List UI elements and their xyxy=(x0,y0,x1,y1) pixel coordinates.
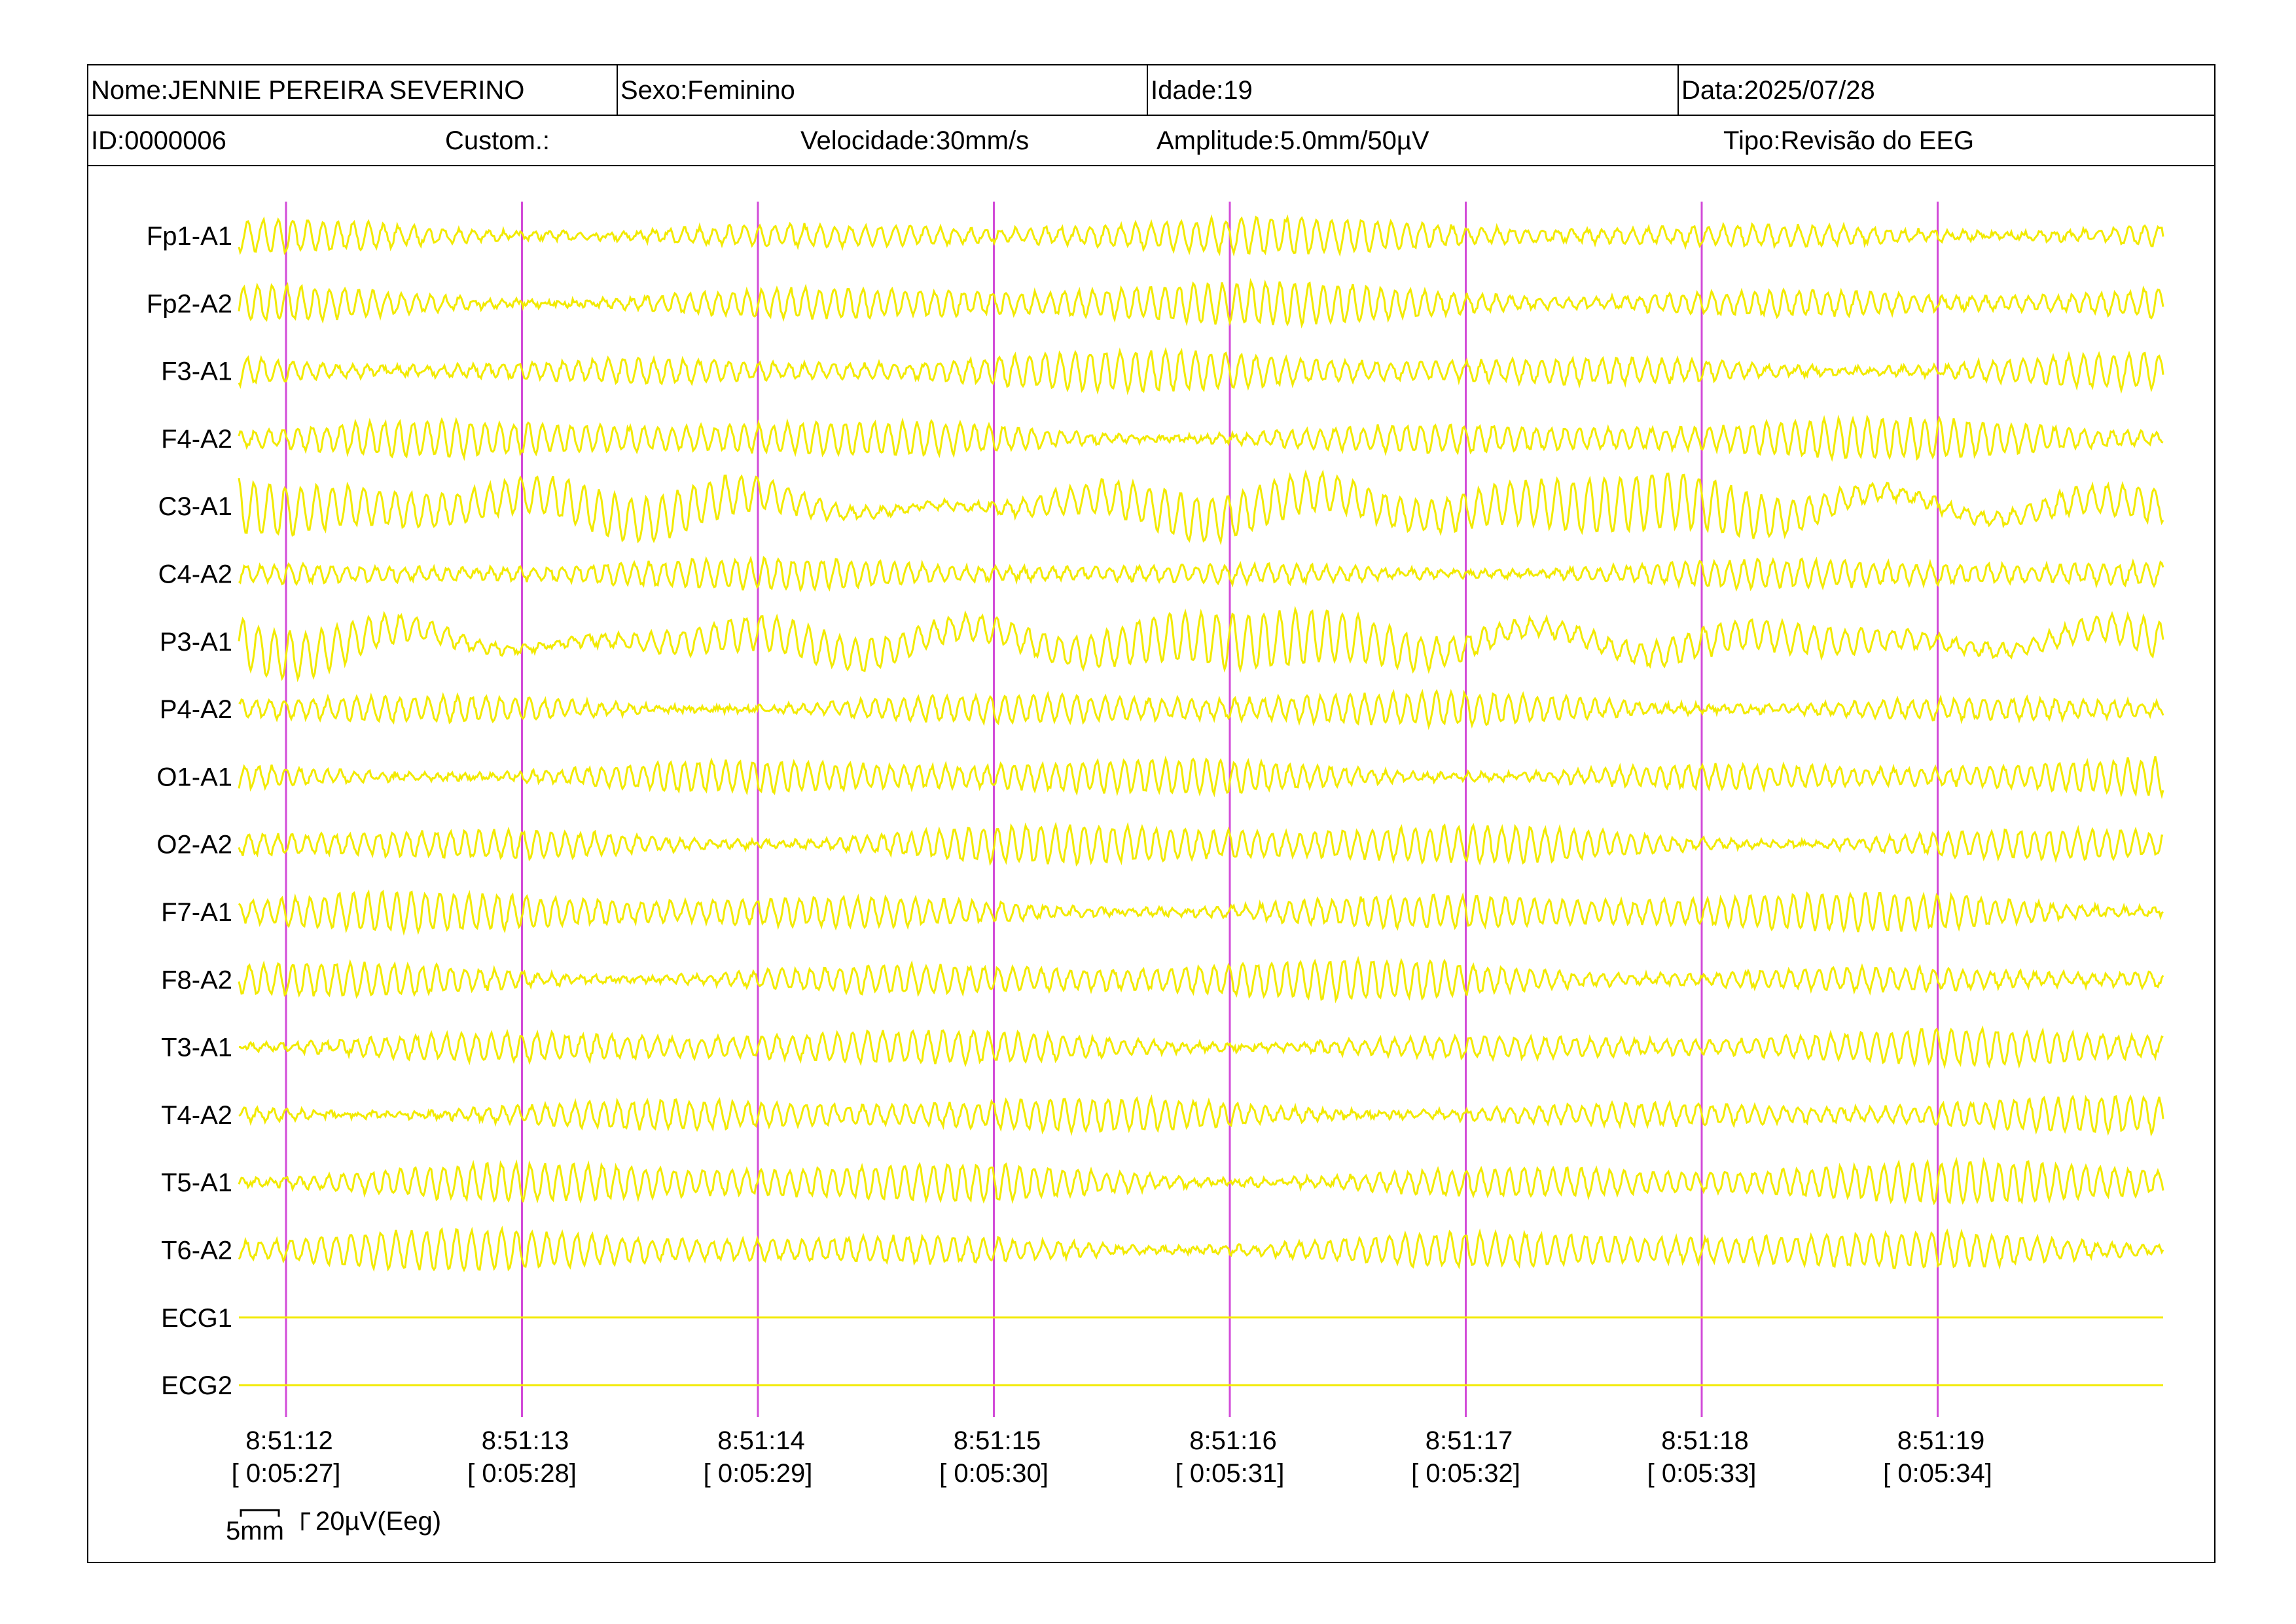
eeg-trace-line xyxy=(238,278,2164,329)
elapsed-time-label: [ 0:05:31] xyxy=(1175,1459,1285,1488)
eeg-trace-line xyxy=(238,956,2164,1003)
channel-label: T3-A1 xyxy=(161,1034,232,1062)
eeg-trace-area: Fp1-A1 Fp2-A2 F3-A1 F4-A2 C3-A1 C4-A2 P3-A1 P4-… xyxy=(147,202,2164,1545)
channel-label: C4-A2 xyxy=(158,560,232,589)
channel-label: O1-A1 xyxy=(156,763,232,791)
channel-label: C3-A1 xyxy=(158,492,232,521)
channel-label: F3-A1 xyxy=(161,357,232,386)
elapsed-time-label: [ 0:05:28] xyxy=(467,1459,577,1488)
channel-label: ECG1 xyxy=(161,1304,232,1333)
eeg-trace-line xyxy=(238,1094,2164,1137)
eeg-trace-line xyxy=(238,555,2164,593)
time-labels: 8:51:12 [ 0:05:27] 8:51:13 [ 0:05:28] 8:51:1… xyxy=(232,1426,1992,1488)
eeg-trace-line xyxy=(238,821,2164,867)
clock-time-label: 8:51:19 xyxy=(1897,1426,1984,1455)
elapsed-time-label: [ 0:05:30] xyxy=(939,1459,1049,1488)
eeg-trace-line xyxy=(238,469,2164,546)
eeg-trace-line xyxy=(238,1025,2164,1070)
clock-time-label: 8:51:14 xyxy=(717,1426,804,1455)
channel-label: T5-A1 xyxy=(161,1168,232,1197)
eeg-trace-line xyxy=(238,214,2164,257)
channel-label: ECG2 xyxy=(161,1371,232,1400)
channel-label: P3-A1 xyxy=(160,628,232,657)
elapsed-time-label: [ 0:05:29] xyxy=(704,1459,813,1488)
clock-time-label: 8:51:12 xyxy=(245,1426,332,1455)
channel-label: T4-A2 xyxy=(161,1101,232,1130)
clock-time-label: 8:51:15 xyxy=(954,1426,1041,1455)
amplitude-scale-label: 20µV(Eeg) xyxy=(315,1507,441,1536)
elapsed-time-label: [ 0:05:33] xyxy=(1647,1459,1757,1488)
channel-label: F8-A2 xyxy=(161,965,232,994)
clock-time-label: 8:51:18 xyxy=(1661,1426,1748,1455)
channel-label: F7-A1 xyxy=(161,898,232,927)
channel-label: Fp2-A2 xyxy=(147,289,232,318)
eeg-trace-line xyxy=(238,755,2164,799)
eeg-trace-line xyxy=(238,346,2164,395)
channel-label: Fp1-A1 xyxy=(147,222,232,251)
eeg-trace-line xyxy=(238,414,2164,462)
eeg-trace-line xyxy=(238,1225,2164,1272)
time-scale-label: 5mm xyxy=(226,1517,284,1545)
channel-label: T6-A2 xyxy=(161,1236,232,1265)
elapsed-time-label: [ 0:05:27] xyxy=(232,1459,341,1488)
eeg-trace-line xyxy=(238,689,2164,731)
eeg-trace-line xyxy=(238,1157,2164,1206)
channel-traces xyxy=(238,214,2164,1386)
clock-time-label: 8:51:16 xyxy=(1189,1426,1276,1455)
channel-label: P4-A2 xyxy=(160,695,232,724)
channel-label: O2-A2 xyxy=(156,831,232,859)
clock-time-label: 8:51:17 xyxy=(1426,1426,1513,1455)
clock-time-label: 8:51:13 xyxy=(482,1426,569,1455)
elapsed-time-label: [ 0:05:32] xyxy=(1411,1459,1520,1488)
channel-labels: Fp1-A1 Fp2-A2 F3-A1 F4-A2 C3-A1 C4-A2 P3-A1 P4-… xyxy=(147,222,232,1400)
channel-label: F4-A2 xyxy=(161,425,232,454)
eeg-trace-line xyxy=(238,605,2164,683)
eeg-trace-line xyxy=(238,889,2164,936)
calibration-scale: 5mm 20µV(Eeg) xyxy=(226,1507,441,1545)
elapsed-time-label: [ 0:05:34] xyxy=(1883,1459,1992,1488)
